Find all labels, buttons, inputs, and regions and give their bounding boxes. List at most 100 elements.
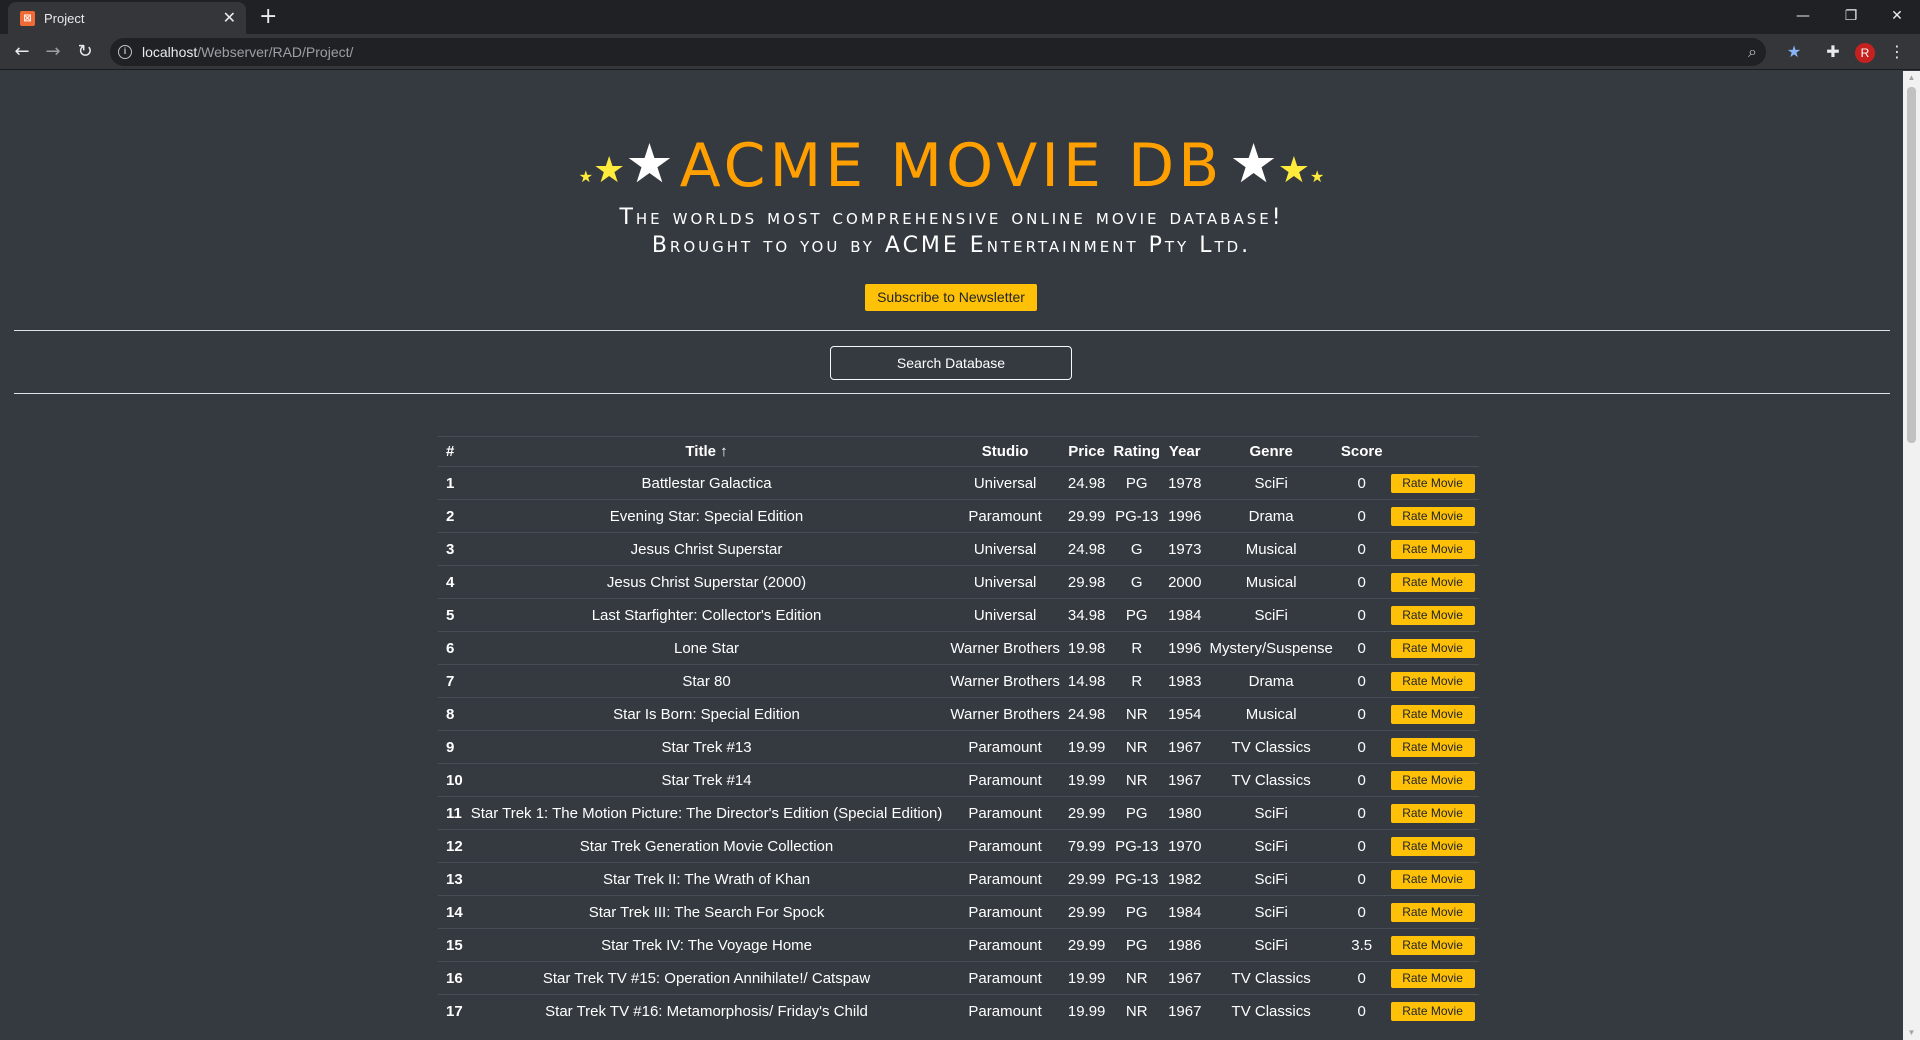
- cell-genre: TV Classics: [1205, 994, 1337, 1028]
- forward-icon[interactable]: →: [40, 39, 66, 65]
- tab-project[interactable]: ⊠ Project ✕: [8, 2, 246, 34]
- reload-icon[interactable]: ↻: [72, 39, 98, 65]
- table-row: 4 Jesus Christ Superstar (2000) Universal 2…: [438, 565, 1479, 599]
- cell-genre: SciFi: [1205, 598, 1337, 632]
- cell-genre: SciFi: [1205, 829, 1337, 863]
- table-row: 15 Star Trek IV: The Voyage Home Paramount…: [438, 928, 1479, 962]
- url-path: /Webserver/RAD/Project/: [197, 44, 354, 60]
- cell-action: Rate Movie: [1386, 994, 1479, 1028]
- bookmark-star-icon[interactable]: ★: [1781, 39, 1807, 65]
- rate-movie-button[interactable]: Rate Movie: [1390, 737, 1475, 757]
- cell-action: Rate Movie: [1386, 928, 1479, 962]
- cell-price: 29.99: [1063, 796, 1110, 830]
- cell-rating: NR: [1109, 697, 1165, 731]
- cell-score: 0: [1336, 664, 1387, 698]
- cell-action: Rate Movie: [1386, 697, 1479, 731]
- cell-studio: Paramount: [946, 796, 1064, 830]
- rate-movie-button[interactable]: Rate Movie: [1390, 803, 1475, 823]
- col-title[interactable]: Title ↑: [466, 436, 947, 467]
- extensions-icon[interactable]: ✚: [1820, 39, 1846, 65]
- cell-action: Rate Movie: [1386, 961, 1479, 995]
- cell-rating: PG: [1109, 895, 1165, 929]
- scroll-down-icon[interactable]: ▼: [1903, 1026, 1920, 1040]
- cell-price: 24.98: [1063, 532, 1110, 566]
- rate-movie-button[interactable]: Rate Movie: [1390, 869, 1475, 889]
- rate-movie-button[interactable]: Rate Movie: [1390, 506, 1475, 526]
- rate-movie-button[interactable]: Rate Movie: [1390, 605, 1475, 625]
- rate-movie-button[interactable]: Rate Movie: [1390, 539, 1475, 559]
- table-row: 12 Star Trek Generation Movie Collection P…: [438, 829, 1479, 863]
- cell-rating: PG-13: [1109, 499, 1165, 533]
- table-row: 2 Evening Star: Special Edition Paramount 2…: [438, 499, 1479, 533]
- cell-year: 1967: [1164, 763, 1206, 797]
- col-price[interactable]: Price: [1063, 436, 1110, 467]
- search-database-button[interactable]: Search Database: [830, 346, 1072, 380]
- tagline-1: The worlds most comprehensive online mov…: [619, 205, 1284, 230]
- col-genre[interactable]: Genre: [1205, 436, 1337, 467]
- cell-studio: Paramount: [946, 499, 1064, 533]
- rate-movie-button[interactable]: Rate Movie: [1390, 473, 1475, 493]
- divider-top: [14, 330, 1890, 331]
- cell-rating: PG-13: [1109, 862, 1165, 896]
- cell-studio: Warner Brothers: [946, 631, 1064, 665]
- rate-movie-button[interactable]: Rate Movie: [1390, 671, 1475, 691]
- cell-year: 1983: [1164, 664, 1206, 698]
- cell-studio: Universal: [946, 598, 1064, 632]
- rate-movie-button[interactable]: Rate Movie: [1390, 902, 1475, 922]
- cell-price: 19.99: [1063, 961, 1110, 995]
- cell-genre: Musical: [1205, 565, 1337, 599]
- avatar[interactable]: R: [1855, 43, 1875, 63]
- cell-num: 7: [438, 664, 467, 698]
- scrollbar-thumb[interactable]: [1907, 87, 1916, 443]
- rate-movie-button[interactable]: Rate Movie: [1390, 770, 1475, 790]
- cell-price: 29.98: [1063, 565, 1110, 599]
- rate-movie-button[interactable]: Rate Movie: [1390, 572, 1475, 592]
- rate-movie-button[interactable]: Rate Movie: [1390, 836, 1475, 856]
- address-bar[interactable]: i localhost/Webserver/RAD/Project/ ⌕: [110, 38, 1766, 66]
- cell-rating: PG-13: [1109, 829, 1165, 863]
- close-window-icon[interactable]: ✕: [1874, 2, 1920, 30]
- rate-movie-button[interactable]: Rate Movie: [1390, 1001, 1475, 1021]
- page-title: ★★★ ACME MOVIE DB ★★★: [0, 131, 1903, 201]
- scrollbar[interactable]: ▲ ▼: [1903, 71, 1920, 1040]
- cell-num: 11: [438, 796, 467, 830]
- col-studio[interactable]: Studio: [946, 436, 1064, 467]
- restore-icon[interactable]: ❐: [1828, 2, 1874, 30]
- col-score[interactable]: Score: [1336, 436, 1387, 467]
- col-year[interactable]: Year: [1164, 436, 1206, 467]
- info-icon[interactable]: i: [118, 45, 132, 59]
- cell-genre: SciFi: [1205, 895, 1337, 929]
- cell-title: Jesus Christ Superstar: [466, 532, 947, 566]
- cell-action: Rate Movie: [1386, 631, 1479, 665]
- col-rating[interactable]: Rating: [1109, 436, 1165, 467]
- cell-year: 1986: [1164, 928, 1206, 962]
- menu-icon[interactable]: ⋮: [1884, 39, 1910, 65]
- cell-studio: Paramount: [946, 895, 1064, 929]
- cell-title: Star Trek 1: The Motion Picture: The Dir…: [466, 796, 947, 830]
- minimize-icon[interactable]: —: [1780, 2, 1826, 30]
- brand-title: ACME MOVIE DB: [679, 131, 1224, 201]
- table-row: 3 Jesus Christ Superstar Universal 24.98 G 19…: [438, 532, 1479, 566]
- subscribe-button[interactable]: Subscribe to Newsletter: [865, 284, 1037, 311]
- url-text[interactable]: localhost/Webserver/RAD/Project/: [142, 44, 353, 60]
- rate-movie-button[interactable]: Rate Movie: [1390, 935, 1475, 955]
- scroll-up-icon[interactable]: ▲: [1903, 71, 1920, 85]
- zoom-icon[interactable]: ⌕: [1748, 41, 1768, 63]
- cell-price: 24.98: [1063, 697, 1110, 731]
- cell-num: 12: [438, 829, 467, 863]
- rate-movie-button[interactable]: Rate Movie: [1390, 968, 1475, 988]
- rate-movie-button[interactable]: Rate Movie: [1390, 704, 1475, 724]
- cell-score: 0: [1336, 532, 1387, 566]
- rate-movie-button[interactable]: Rate Movie: [1390, 638, 1475, 658]
- cell-num: 16: [438, 961, 467, 995]
- cell-year: 1982: [1164, 862, 1206, 896]
- cell-action: Rate Movie: [1386, 730, 1479, 764]
- cell-score: 0: [1336, 499, 1387, 533]
- cell-action: Rate Movie: [1386, 664, 1479, 698]
- cell-genre: Mystery/Suspense: [1205, 631, 1337, 665]
- back-icon[interactable]: ←: [9, 39, 35, 65]
- table-row: 16 Star Trek TV #15: Operation Annihilate…: [438, 961, 1479, 995]
- cell-num: 15: [438, 928, 467, 962]
- new-tab-button[interactable]: +: [259, 4, 277, 30]
- tab-close-icon[interactable]: ✕: [223, 8, 236, 28]
